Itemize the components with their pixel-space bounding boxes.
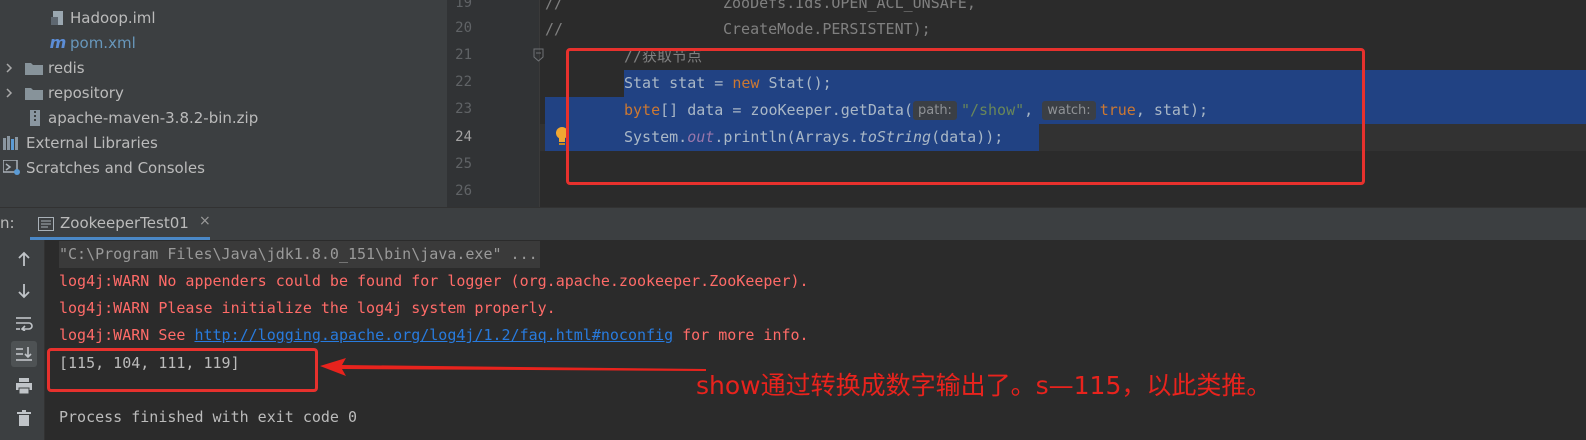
tree-item-label: pom.xml (70, 33, 136, 52)
tree-item-hadoop-iml[interactable]: Hadoop.iml (0, 5, 447, 30)
annotation-text: show通过转换成数字输出了。s—115，以此类推。 (696, 371, 1272, 400)
tree-item-maven-zip[interactable]: apache-maven-3.8.2-bin.zip (0, 105, 447, 130)
scratches-icon (3, 159, 21, 176)
soft-wrap-icon[interactable] (11, 310, 37, 336)
console-text: log4j:WARN See (59, 326, 195, 344)
code-text: ZooDefs.Ids.OPEN_ACL_UNSAFE, (723, 0, 976, 12)
tree-item-redis[interactable]: redis (0, 55, 447, 80)
folder-icon (25, 85, 43, 101)
run-toolwindow-header (0, 207, 1586, 240)
chevron-right-icon[interactable] (4, 88, 14, 98)
log4j-faq-link[interactable]: http://logging.apache.org/log4j/1.2/faq.… (194, 326, 673, 344)
tree-item-label: redis (48, 58, 85, 77)
console-text: for more info. (673, 326, 809, 344)
line-number: 26 (455, 183, 472, 199)
run-label: n: (0, 214, 15, 232)
code-line-19: // ZooDefs.Ids.OPEN_ACL_UNSAFE, (545, 0, 1586, 17)
project-tree: Hadoop.iml m pom.xml redis repository ap… (0, 0, 447, 207)
console-command-line: "C:\Program Files\Java\jdk1.8.0_151\bin\… (59, 241, 540, 268)
tree-item-label: Scratches and Consoles (26, 158, 205, 177)
editor-gutter[interactable]: 19 20 21 22 23 24 25 26 (447, 0, 539, 207)
comment-slashes: // (545, 0, 564, 12)
line-number-current: 24 (455, 129, 472, 145)
tree-item-label: Hadoop.iml (70, 8, 156, 27)
line-number: 21 (455, 47, 472, 63)
tree-item-repository[interactable]: repository (0, 80, 447, 105)
down-arrow-icon[interactable] (11, 278, 37, 304)
close-icon[interactable]: × (199, 213, 211, 229)
code-editor[interactable]: 19 20 21 22 23 24 25 26 // ZooDefs.Ids.OP… (447, 0, 1586, 207)
scroll-to-end-icon[interactable] (11, 341, 37, 367)
up-arrow-icon[interactable] (11, 246, 37, 272)
maven-m-icon: m (49, 33, 67, 52)
code-line-20: // CreateMode.PERSISTENT); (545, 16, 1586, 43)
gutter-separator (539, 0, 540, 207)
tree-item-external-libraries[interactable]: External Libraries (0, 130, 447, 155)
chevron-right-icon[interactable] (4, 63, 14, 73)
annotation-box-output (47, 348, 318, 392)
trash-icon[interactable] (11, 405, 37, 431)
libraries-icon (3, 135, 21, 151)
zip-archive-icon (26, 109, 44, 126)
line-number: 25 (455, 156, 472, 172)
comment-slashes: // (545, 20, 564, 38)
console-warn-line: log4j:WARN Please initialize the log4j s… (59, 299, 556, 317)
print-icon[interactable] (11, 373, 37, 399)
fold-marker-icon[interactable] (533, 47, 544, 62)
line-number: 22 (455, 74, 472, 90)
annotation-box-code (566, 48, 1365, 185)
tree-item-label: repository (48, 83, 124, 102)
console-warn-line: log4j:WARN No appenders could be found f… (59, 272, 809, 290)
folder-icon (25, 60, 43, 76)
module-file-icon (49, 10, 67, 26)
console-tab-icon (38, 216, 54, 231)
console-warn-line: log4j:WARN See http://logging.apache.org… (59, 322, 809, 349)
line-number: 19 (455, 0, 472, 11)
code-text: CreateMode.PERSISTENT); (723, 20, 931, 38)
tree-item-pom-xml[interactable]: m pom.xml (0, 30, 447, 55)
tree-item-scratches[interactable]: Scratches and Consoles (0, 155, 447, 180)
annotation-arrow (320, 358, 706, 376)
line-number: 23 (455, 101, 472, 117)
run-tab-label: ZookeeperTest01 (60, 214, 189, 232)
run-toolbar (0, 240, 45, 440)
tree-item-label: apache-maven-3.8.2-bin.zip (48, 108, 259, 127)
tree-item-label: External Libraries (26, 133, 158, 152)
console-exit-line: Process finished with exit code 0 (59, 408, 358, 426)
line-number: 20 (455, 20, 472, 36)
